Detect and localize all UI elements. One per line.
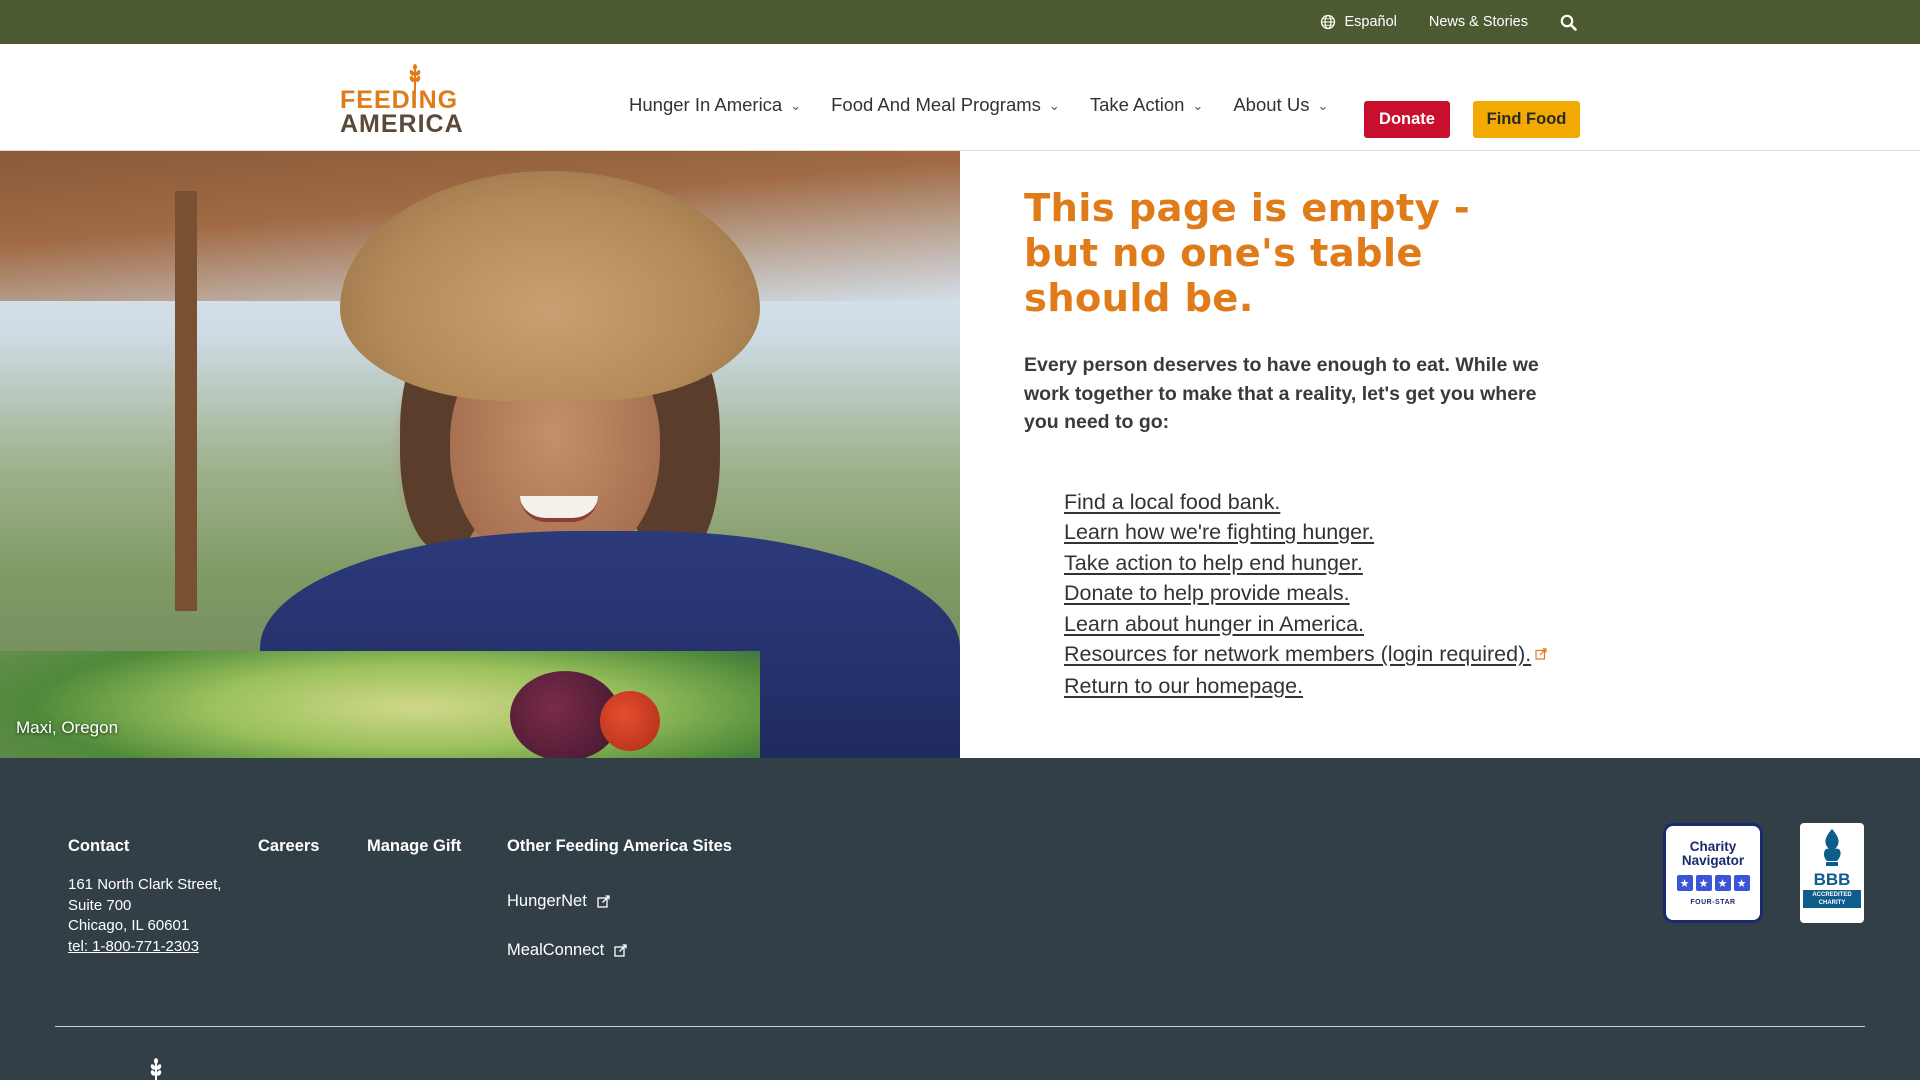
- utility-bar: Español News & Stories: [0, 0, 1920, 44]
- nav-about-us[interactable]: About Us ⌄: [1233, 94, 1328, 116]
- footer-manage-gift-link[interactable]: Manage Gift: [367, 837, 461, 856]
- feeding-america-logo[interactable]: FEEDING AMERICA: [340, 64, 472, 138]
- search-button[interactable]: [1560, 14, 1577, 31]
- hunger-in-america-link[interactable]: Learn about hunger in America.: [1064, 612, 1364, 636]
- error-content: This page is empty - but no one's table …: [1024, 186, 1584, 701]
- donate-link[interactable]: Donate to help provide meals.: [1064, 581, 1350, 605]
- utility-links: Español News & Stories: [1320, 0, 1577, 44]
- list-item: Learn about hunger in America.: [1064, 609, 1584, 640]
- footer-other-sites: Other Feeding America Sites HungerNet Me…: [507, 837, 732, 960]
- list-item: Return to our homepage.: [1064, 671, 1584, 702]
- external-link-icon: [1535, 640, 1547, 671]
- footer-sites-list: HungerNet MealConnect: [507, 892, 732, 960]
- bbb-label: BBB: [1813, 870, 1851, 889]
- footer-careers-label: Careers: [258, 837, 320, 855]
- nav-food-and-meal-programs[interactable]: Food And Meal Programs ⌄: [831, 94, 1060, 116]
- external-link-icon: [597, 895, 610, 908]
- star-rating: ★ ★ ★ ★: [1676, 875, 1750, 891]
- find-food-bank-link[interactable]: Find a local food bank.: [1064, 490, 1280, 514]
- footer-contact: Contact 161 North Clark Street, Suite 70…: [68, 837, 221, 957]
- nav-hunger-in-america[interactable]: Hunger In America ⌄: [629, 94, 801, 116]
- footer-careers-link[interactable]: Careers: [258, 837, 319, 856]
- star-icon: ★: [1695, 875, 1712, 891]
- charity-navigator-badge[interactable]: Charity Navigator ★ ★ ★ ★ FOUR-STAR: [1663, 823, 1763, 923]
- bbb-badge[interactable]: BBB ACCREDITED CHARITY: [1800, 823, 1864, 923]
- address-line: Chicago, IL 60601: [68, 917, 190, 934]
- star-icon: ★: [1714, 875, 1731, 891]
- list-item: Find a local food bank.: [1064, 487, 1584, 518]
- chevron-down-icon: ⌄: [790, 98, 802, 113]
- chevron-down-icon: ⌄: [1317, 98, 1329, 113]
- list-item: Learn how we're fighting hunger.: [1064, 517, 1584, 548]
- news-stories-link[interactable]: News & Stories: [1429, 14, 1528, 30]
- footer-contact-heading: Contact: [68, 837, 130, 855]
- nav-label: About Us: [1233, 94, 1310, 115]
- find-food-button[interactable]: Find Food: [1473, 101, 1580, 138]
- news-stories-label: News & Stories: [1428, 14, 1528, 30]
- photo-caption: Maxi, Oregon: [16, 718, 119, 737]
- star-icon: ★: [1676, 875, 1693, 891]
- wheat-icon: [148, 1058, 164, 1080]
- list-item: Resources for network members (login req…: [1064, 639, 1584, 671]
- bbb-torch-icon: [1817, 827, 1847, 872]
- list-item: Take action to help end hunger.: [1064, 548, 1584, 579]
- site-label: HungerNet: [507, 892, 587, 910]
- external-link-icon: [614, 944, 627, 957]
- bbb-subtitle: ACCREDITED CHARITY: [1803, 890, 1861, 908]
- rating-label: FOUR-STAR: [1690, 899, 1736, 906]
- site-footer: Contact 161 North Clark Street, Suite 70…: [0, 758, 1920, 1080]
- helpful-links: Find a local food bank. Learn how we're …: [1064, 487, 1584, 702]
- footer-manage-gift-label: Manage Gift: [367, 837, 462, 855]
- intro-text: Every person deserves to have enough to …: [1024, 354, 1539, 433]
- phone-link[interactable]: tel: 1-800-771-2303: [68, 937, 199, 958]
- hungernet-link[interactable]: HungerNet: [507, 892, 732, 911]
- main-nav: Hunger In America ⌄ Food And Meal Progra…: [629, 94, 1328, 116]
- page-title: This page is empty - but no one's table …: [1024, 186, 1470, 321]
- mealconnect-link[interactable]: MealConnect: [507, 941, 732, 960]
- site-header: FEEDING AMERICA Hunger In America ⌄ Food…: [0, 44, 1920, 151]
- search-icon: [1560, 14, 1577, 31]
- take-action-link[interactable]: Take action to help end hunger.: [1064, 551, 1363, 575]
- nav-label: Take Action: [1089, 94, 1185, 115]
- language-label: Español: [1344, 14, 1397, 30]
- footer-divider: [55, 1026, 1865, 1027]
- language-link[interactable]: Español: [1320, 14, 1397, 30]
- star-icon: ★: [1733, 875, 1750, 891]
- fighting-hunger-link[interactable]: Learn how we're fighting hunger.: [1064, 520, 1374, 544]
- charity-navigator-title: Charity Navigator: [1682, 840, 1744, 868]
- globe-icon: [1320, 14, 1336, 30]
- nav-label: Food And Meal Programs: [831, 94, 1041, 115]
- chevron-down-icon: ⌄: [1192, 98, 1204, 113]
- homepage-link[interactable]: Return to our homepage.: [1064, 674, 1303, 698]
- badge-text: CHARITY: [1818, 900, 1846, 906]
- site-label: MealConnect: [507, 941, 605, 959]
- network-resources-link[interactable]: Resources for network members (login req…: [1064, 642, 1531, 666]
- address-line: Suite 700: [68, 896, 132, 914]
- nav-take-action[interactable]: Take Action ⌄: [1090, 94, 1204, 116]
- hero-photo: Maxi, Oregon: [0, 151, 960, 758]
- badge-text: Charity: [1689, 839, 1737, 854]
- chevron-down-icon: ⌄: [1048, 98, 1060, 113]
- nav-label: Hunger In America: [629, 94, 783, 115]
- footer-address: 161 North Clark Street, Suite 700 Chicag…: [68, 875, 221, 957]
- footer-other-sites-heading: Other Feeding America Sites: [507, 837, 732, 855]
- badge-text: Navigator: [1681, 853, 1745, 868]
- badge-text: ACCREDITED: [1812, 892, 1852, 898]
- list-item: Donate to help provide meals.: [1064, 578, 1584, 609]
- donate-button[interactable]: Donate: [1364, 101, 1450, 138]
- logo-line-2: AMERICA: [340, 110, 464, 138]
- address-line: 161 North Clark Street,: [68, 876, 222, 893]
